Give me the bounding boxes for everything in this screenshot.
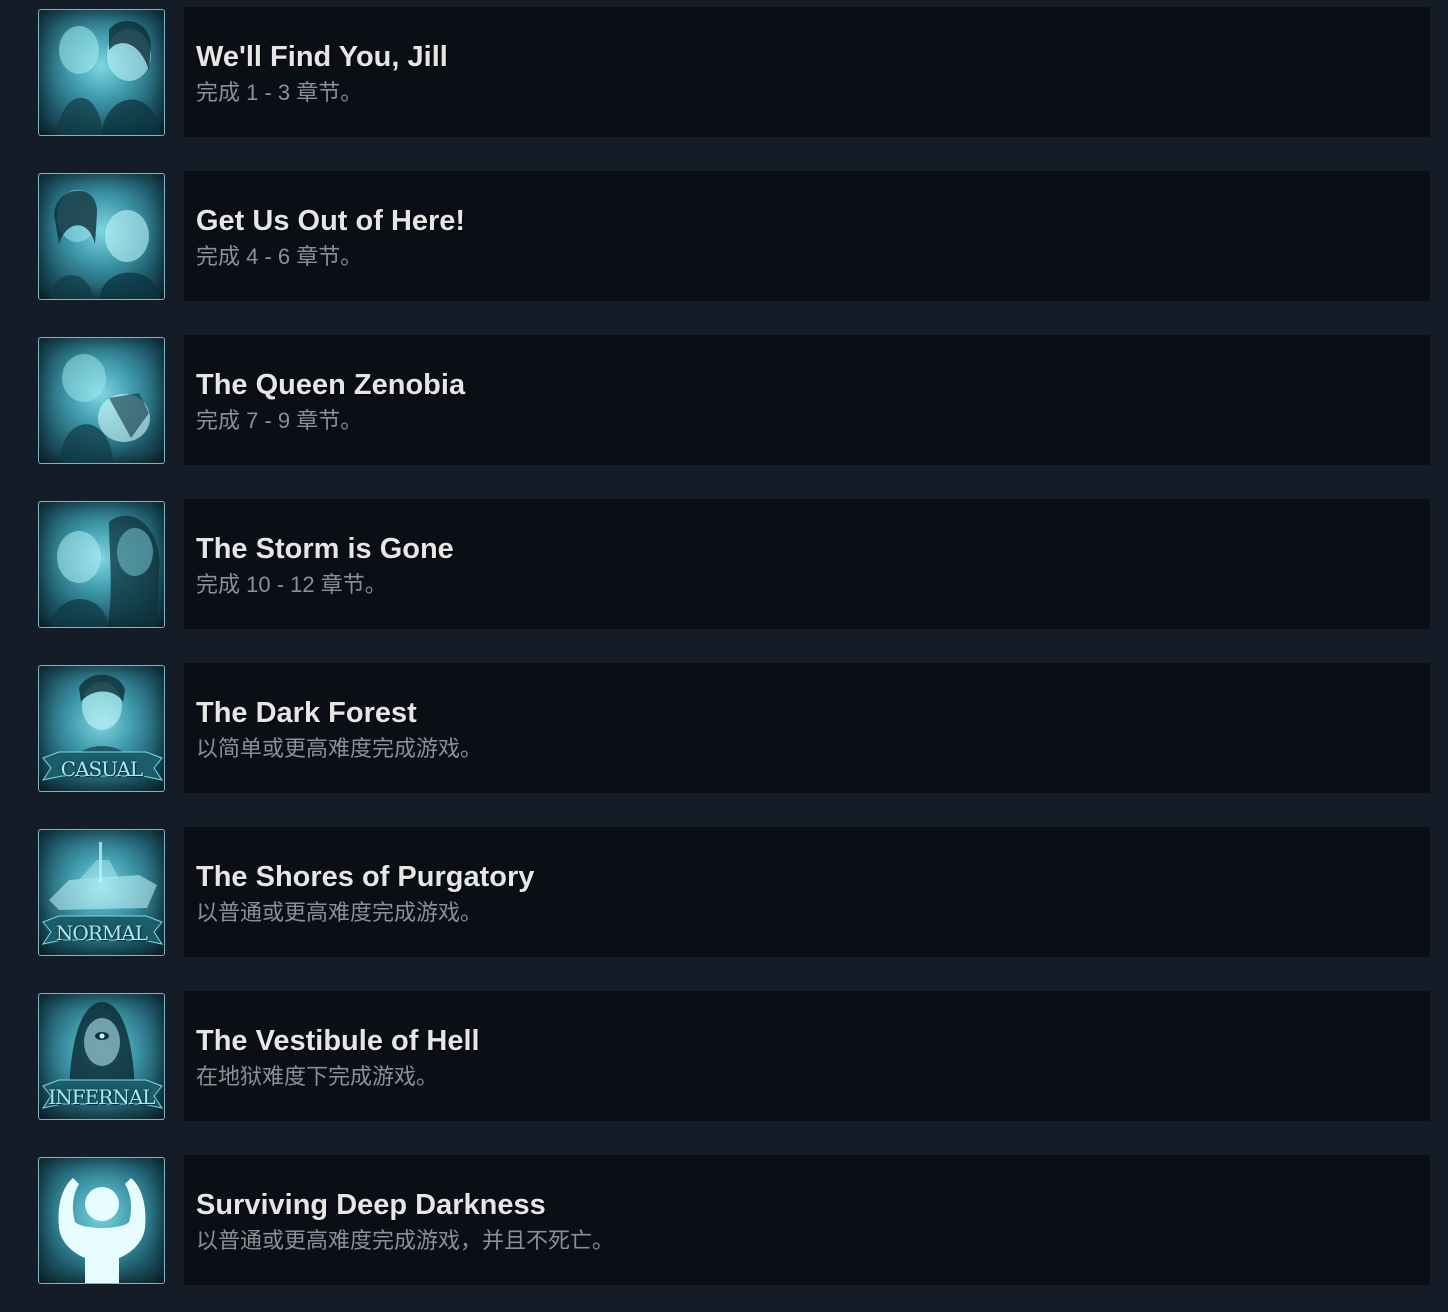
casual-badge-label: CASUAL [60, 757, 143, 781]
achievement-panel: The Dark Forest 以简单或更高难度完成游戏。 [184, 663, 1430, 793]
achievement-title: The Storm is Gone [196, 533, 454, 565]
achievement-row[interactable]: Get Us Out of Here! 完成 4 - 6 章节。 [0, 164, 1448, 328]
casual-difficulty-icon: CASUAL [38, 665, 165, 792]
achievement-row[interactable]: INFERNAL The Vestibule of Hell 在地狱难度下完成游… [0, 984, 1448, 1148]
achievement-panel: We'll Find You, Jill 完成 1 - 3 章节。 [184, 7, 1430, 137]
achievement-description: 以普通或更高难度完成游戏，并且不死亡。 [196, 1228, 615, 1253]
achievement-title: Get Us Out of Here! [196, 205, 466, 237]
achievement-panel: The Storm is Gone 完成 10 - 12 章节。 [184, 499, 1430, 629]
infernal-badge-label: INFERNAL [48, 1085, 155, 1109]
achievement-description: 以简单或更高难度完成游戏。 [196, 736, 483, 761]
normal-badge-label: NORMAL [55, 921, 148, 945]
survivor-strong-icon [38, 1157, 165, 1284]
achievement-description: 完成 7 - 9 章节。 [196, 408, 363, 433]
achievement-description: 完成 1 - 3 章节。 [196, 80, 363, 105]
achievement-description: 在地狱难度下完成游戏。 [196, 1064, 439, 1089]
achievement-title: The Vestibule of Hell [196, 1025, 480, 1057]
achievement-title: The Shores of Purgatory [196, 861, 535, 893]
achievement-panel: The Shores of Purgatory 以普通或更高难度完成游戏。 [184, 827, 1430, 957]
achievement-list: We'll Find You, Jill 完成 1 - 3 章节。 Get Us… [0, 0, 1448, 1300]
achievement-panel: The Queen Zenobia 完成 7 - 9 章节。 [184, 335, 1430, 465]
achievement-row[interactable]: CASUAL The Dark Forest 以简单或更高难度完成游戏。 [0, 656, 1448, 820]
achievement-title: The Queen Zenobia [196, 369, 466, 401]
achievement-row[interactable]: We'll Find You, Jill 完成 1 - 3 章节。 [0, 0, 1448, 164]
achievement-description: 完成 4 - 6 章节。 [196, 244, 363, 269]
achievement-panel: Surviving Deep Darkness 以普通或更高难度完成游戏，并且不… [184, 1155, 1430, 1285]
jill-portrait-icon [38, 9, 165, 136]
achievement-panel: Get Us Out of Here! 完成 4 - 6 章节。 [184, 171, 1430, 301]
storm-portrait-icon [38, 501, 165, 628]
achievement-title: We'll Find You, Jill [196, 41, 448, 73]
achievement-panel: The Vestibule of Hell 在地狱难度下完成游戏。 [184, 991, 1430, 1121]
achievement-row[interactable]: The Storm is Gone 完成 10 - 12 章节。 [0, 492, 1448, 656]
achievement-row[interactable]: NORMAL The Shores of Purgatory 以普通或更高难度完… [0, 820, 1448, 984]
achievement-description: 以普通或更高难度完成游戏。 [196, 900, 483, 925]
normal-difficulty-icon: NORMAL [38, 829, 165, 956]
achievement-title: Surviving Deep Darkness [196, 1189, 546, 1221]
duo-portrait-icon [38, 173, 165, 300]
achievement-description: 完成 10 - 12 章节。 [196, 572, 387, 597]
achievement-row[interactable]: The Queen Zenobia 完成 7 - 9 章节。 [0, 328, 1448, 492]
achievement-title: The Dark Forest [196, 697, 417, 729]
queen-zenobia-icon [38, 337, 165, 464]
achievement-row[interactable]: Surviving Deep Darkness 以普通或更高难度完成游戏，并且不… [0, 1148, 1448, 1312]
infernal-difficulty-icon: INFERNAL [38, 993, 165, 1120]
